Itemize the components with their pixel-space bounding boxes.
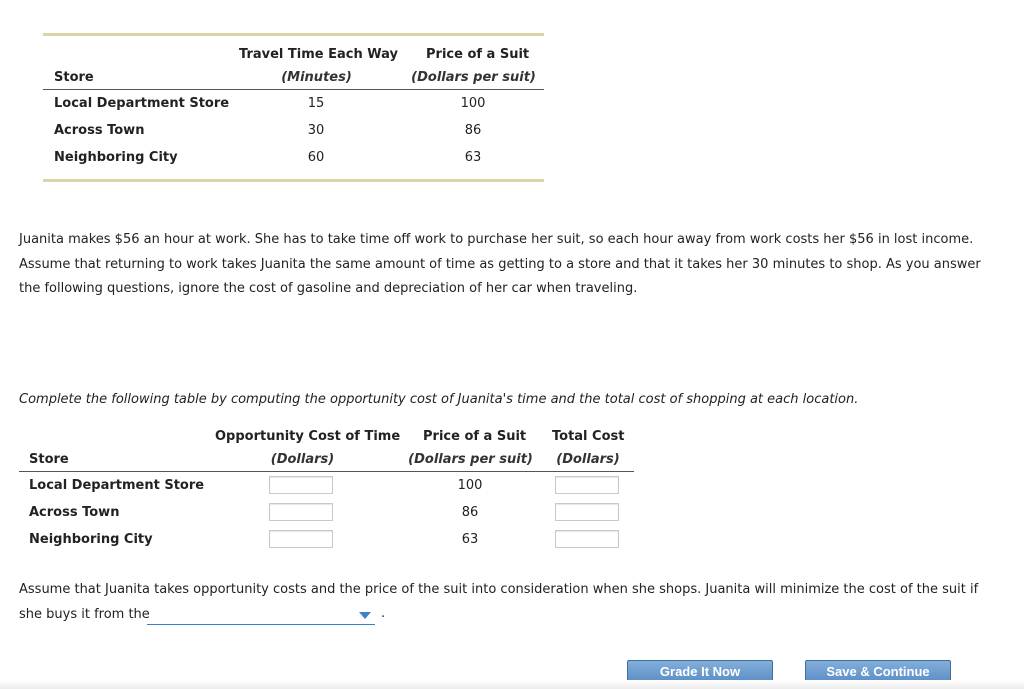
problem-text-line: Assume that returning to work takes Juan… bbox=[19, 256, 981, 272]
bottom-shadow bbox=[0, 680, 1024, 689]
instruction-text: Complete the following table by computin… bbox=[19, 392, 859, 407]
col-header-total-cost: Total Cost bbox=[552, 429, 625, 444]
col-unit-price: (Dollars per suit) bbox=[408, 452, 533, 467]
table-row-travel: 15 bbox=[307, 96, 325, 111]
table-row-store: Across Town bbox=[29, 505, 120, 520]
problem-text-line: the following questions, ignore the cost… bbox=[19, 281, 638, 296]
col-unit-price: (Dollars per suit) bbox=[411, 70, 536, 85]
dropdown-arrow-icon bbox=[359, 612, 371, 619]
store-info-table: Travel Time Each Way Price of a Suit Sto… bbox=[43, 33, 544, 182]
problem-text: Juanita makes $56 an hour at work. She h… bbox=[19, 228, 981, 302]
col-header-price: Price of a Suit bbox=[423, 429, 527, 444]
col-header-price: Price of a Suit bbox=[426, 47, 530, 62]
table-row-store: Neighboring City bbox=[29, 532, 153, 547]
table-row-store: Local Department Store bbox=[29, 478, 205, 493]
header-divider bbox=[19, 471, 634, 472]
table-row-travel: 30 bbox=[307, 123, 325, 138]
opportunity-cost-input-across-town[interactable] bbox=[269, 503, 333, 521]
table-row-travel: 60 bbox=[307, 150, 325, 165]
store-choice-dropdown[interactable] bbox=[147, 606, 375, 625]
table-bottom-rule bbox=[43, 179, 544, 182]
table-row-price: 63 bbox=[461, 532, 479, 547]
header-divider bbox=[43, 89, 544, 90]
table-row-store: Across Town bbox=[54, 123, 145, 138]
total-cost-input-neighboring-city[interactable] bbox=[555, 530, 619, 548]
col-header-travel: Travel Time Each Way bbox=[239, 47, 398, 62]
opportunity-cost-input-local[interactable] bbox=[269, 476, 333, 494]
col-header-store: Store bbox=[54, 70, 94, 85]
table-row-price: 100 bbox=[457, 478, 483, 493]
col-header-store: Store bbox=[29, 452, 69, 467]
opportunity-cost-input-neighboring-city[interactable] bbox=[269, 530, 333, 548]
table-top-rule bbox=[43, 33, 544, 36]
problem-text-line: Juanita makes $56 an hour at work. She h… bbox=[19, 232, 974, 247]
total-cost-input-across-town[interactable] bbox=[555, 503, 619, 521]
table-row-price: 86 bbox=[464, 123, 482, 138]
table-row-price: 63 bbox=[464, 150, 482, 165]
table-row-store: Neighboring City bbox=[54, 150, 178, 165]
table-row-price: 86 bbox=[461, 505, 479, 520]
col-unit-total-cost: (Dollars) bbox=[556, 452, 620, 467]
question-text-line: Assume that Juanita takes opportunity co… bbox=[19, 582, 979, 597]
col-header-opportunity-cost: Opportunity Cost of Time bbox=[215, 429, 401, 444]
table-row-store: Local Department Store bbox=[54, 96, 230, 111]
total-cost-input-local[interactable] bbox=[555, 476, 619, 494]
table-row-price: 100 bbox=[460, 96, 486, 111]
col-unit-opportunity-cost: (Dollars) bbox=[270, 452, 335, 467]
col-unit-travel: (Minutes) bbox=[281, 70, 352, 85]
question-period: . bbox=[381, 606, 386, 621]
